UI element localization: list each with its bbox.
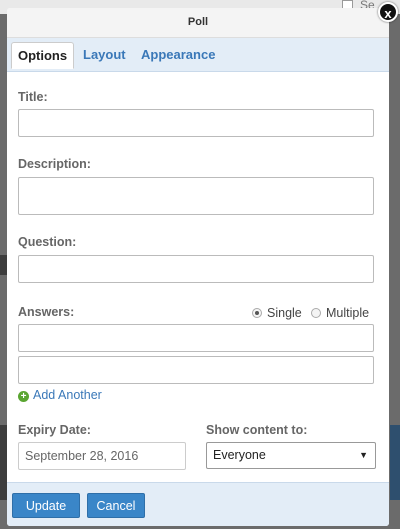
question-label: Question: xyxy=(18,235,77,249)
show-content-select[interactable]: Everyone ▼ xyxy=(206,442,376,469)
tab-layout[interactable]: Layout xyxy=(77,42,132,67)
add-another-label: Add Another xyxy=(33,388,102,402)
cancel-button[interactable]: Cancel xyxy=(87,493,145,518)
multiple-radio[interactable] xyxy=(311,308,321,318)
expiry-date-input[interactable]: September 28, 2016 xyxy=(18,442,186,470)
description-label: Description: xyxy=(18,157,91,171)
add-another-link[interactable]: + Add Another xyxy=(18,388,102,402)
answer-input-1[interactable] xyxy=(18,324,374,352)
tab-appearance[interactable]: Appearance xyxy=(135,42,221,67)
poll-dialog: Poll Options Layout Appearance Title: De… xyxy=(7,8,389,526)
dialog-title: Poll xyxy=(7,8,389,38)
chevron-down-icon: ▼ xyxy=(359,450,368,460)
description-textarea[interactable] xyxy=(18,177,374,215)
question-input[interactable] xyxy=(18,255,374,283)
background-panel xyxy=(390,425,400,500)
single-radio-label: Single xyxy=(267,306,302,320)
tab-options[interactable]: Options xyxy=(11,42,75,69)
single-radio[interactable] xyxy=(252,308,262,318)
answer-input-2[interactable] xyxy=(18,356,374,384)
tab-bar: Options Layout Appearance xyxy=(7,38,389,72)
single-radio-option[interactable]: Single xyxy=(252,306,302,320)
answers-label: Answers: xyxy=(18,305,75,319)
update-button[interactable]: Update xyxy=(12,493,80,518)
close-icon[interactable]: x xyxy=(378,2,398,22)
multiple-radio-option[interactable]: Multiple xyxy=(311,306,369,320)
show-content-label: Show content to: xyxy=(206,423,308,437)
dialog-footer: Update Cancel xyxy=(7,482,389,526)
title-label: Title: xyxy=(18,90,48,104)
title-input[interactable] xyxy=(18,109,374,137)
plus-circle-icon: + xyxy=(18,391,29,402)
show-content-value: Everyone xyxy=(213,448,266,462)
expiry-date-label: Expiry Date: xyxy=(18,423,91,437)
multiple-radio-label: Multiple xyxy=(326,306,370,320)
